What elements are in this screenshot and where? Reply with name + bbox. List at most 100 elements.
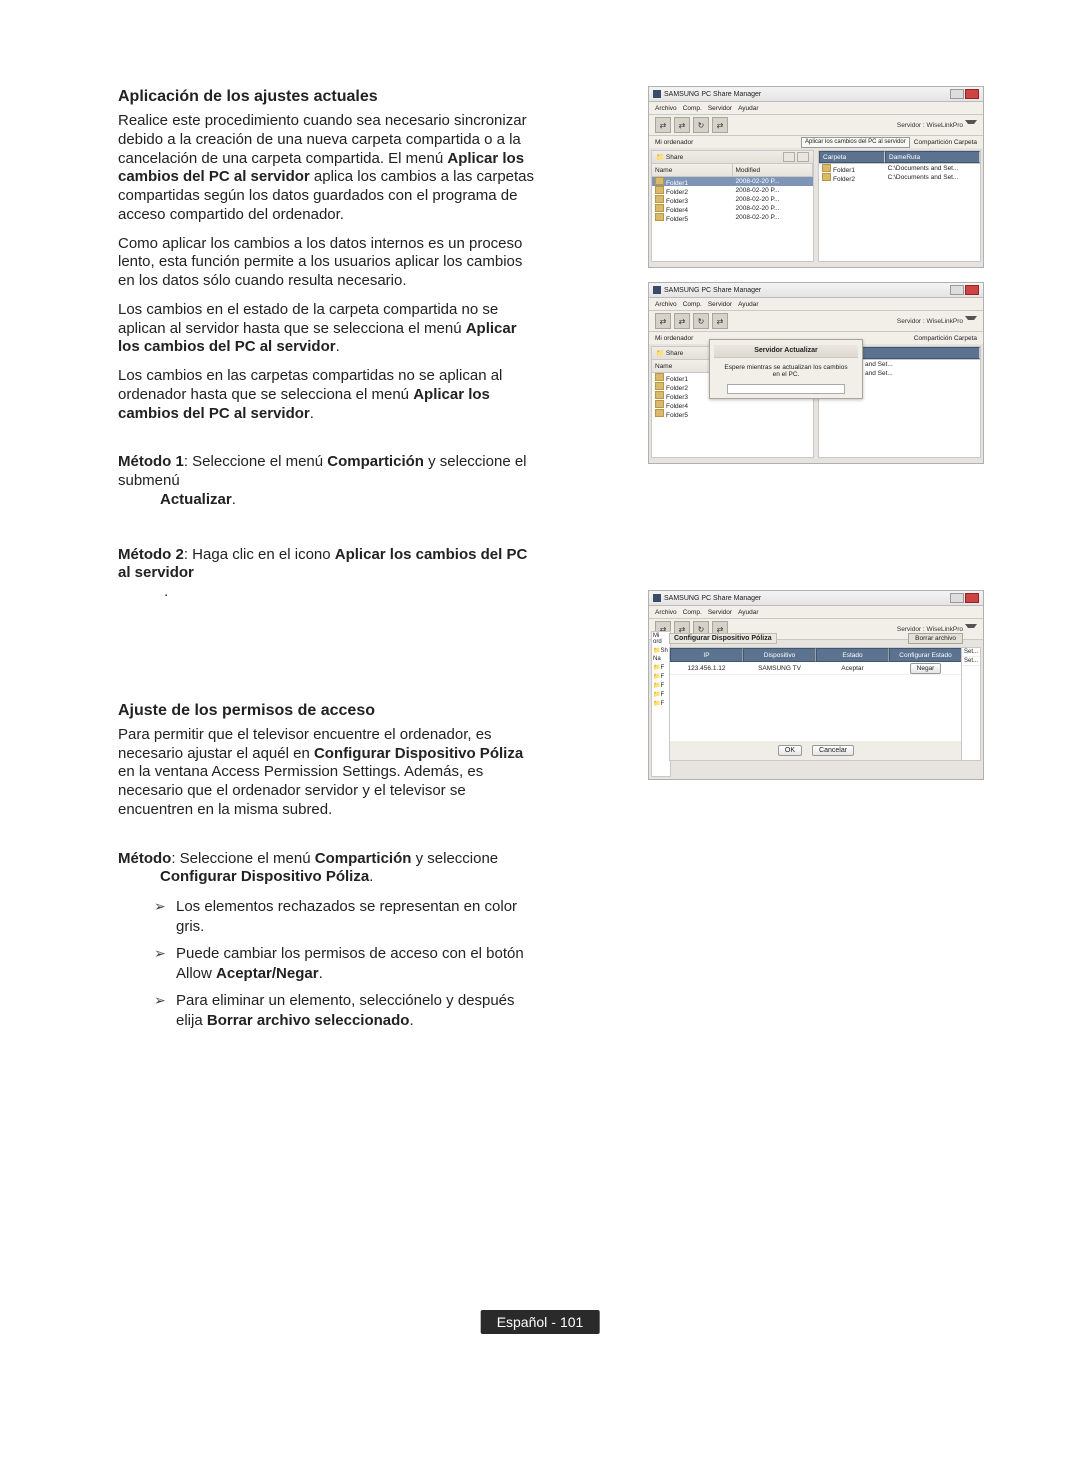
method-2-t2: . [164, 583, 168, 600]
chevron-down-icon [965, 120, 977, 130]
unshare-icon[interactable]: ⇄ [674, 117, 690, 133]
shared-name: Folder2 [833, 176, 855, 183]
menu-comp[interactable]: Comp. [683, 301, 702, 308]
menu-comp[interactable]: Comp. [683, 609, 702, 616]
col-name[interactable]: Name [652, 164, 733, 176]
folder-date: 2008-02-20 P... [733, 178, 814, 185]
folder-name: Folder5 [666, 412, 688, 419]
access-m-t3: . [369, 868, 373, 885]
hint-left: Mi ordenador [655, 139, 693, 146]
close-button[interactable] [965, 593, 979, 603]
folder-icon [655, 382, 664, 390]
access-li2-c: . [319, 965, 323, 982]
folder-icon [655, 213, 664, 221]
share-label: Share [666, 154, 683, 161]
negar-button[interactable]: Negar [910, 663, 942, 674]
server-label[interactable]: Servidor : WiseLinkPro [897, 316, 977, 326]
titlebar[interactable]: SAMSUNG PC Share Manager [649, 283, 983, 298]
folder-date: 2008-02-20 P... [733, 205, 814, 212]
window-title: SAMSUNG PC Share Manager [664, 287, 761, 294]
policy-dialog: IP Dispositivo Estado Configurar Estado … [669, 647, 963, 761]
menu-archivo[interactable]: Archivo [655, 105, 677, 112]
access-m-label: Método [118, 850, 171, 867]
access-m-t1: : Seleccione el menú [171, 850, 314, 867]
col-dameruta[interactable]: DameRuta [885, 151, 980, 163]
server-label-text: Servidor : WiseLinkPro [897, 318, 963, 325]
background-right-pane: Set... Set... [961, 647, 981, 761]
menu-archivo[interactable]: Archivo [655, 301, 677, 308]
col-modified[interactable]: Modified [733, 164, 814, 176]
menu-ayudar[interactable]: Ayudar [738, 105, 758, 112]
app-icon [653, 90, 661, 98]
tooltip-apply: Aplicar los cambios del PC al servidor [801, 137, 910, 148]
folder-icon [822, 173, 831, 181]
folder-date: 2008-02-20 P... [733, 214, 814, 221]
set-label: Set... [962, 657, 980, 666]
menu-archivo[interactable]: Archivo [655, 609, 677, 616]
folder-icon [655, 409, 664, 417]
titlebar[interactable]: SAMSUNG PC Share Manager [649, 591, 983, 606]
apply-settings-title: Aplicación de los ajustes actuales [118, 88, 538, 106]
refresh-icon[interactable]: ↻ [693, 117, 709, 133]
share-icon[interactable]: ⇄ [655, 313, 671, 329]
ok-button[interactable]: OK [778, 745, 802, 756]
apply-p4-c: . [310, 405, 314, 422]
apply-changes-icon[interactable]: ⇄ [712, 313, 728, 329]
access-li1: Los elementos rechazados se representan … [154, 897, 538, 936]
minimize-button[interactable] [950, 285, 964, 295]
minimize-button[interactable] [950, 89, 964, 99]
cell-estado: Aceptar [816, 662, 889, 674]
menu-ayudar[interactable]: Ayudar [738, 301, 758, 308]
sh-label: 📁 Sh [652, 646, 670, 655]
method-2-t1: : Haga clic en el icono [184, 546, 335, 563]
col-estado[interactable]: Estado [816, 648, 889, 662]
close-button[interactable] [965, 89, 979, 99]
col-configurar-estado[interactable]: Configurar Estado [889, 648, 962, 662]
method-1-t3: . [232, 491, 236, 508]
dropdown-icon[interactable] [783, 152, 795, 162]
toolbar: ⇄ ⇄ ↻ ⇄ Servidor : WiseLinkPro [649, 311, 983, 332]
folder-icon [655, 400, 664, 408]
menu-servidor[interactable]: Servidor [708, 105, 732, 112]
method-1-b1: Compartición [327, 453, 424, 470]
list-item: 📁F [652, 672, 670, 681]
refresh-icon[interactable]: ↻ [693, 313, 709, 329]
cell-dispositivo: SAMSUNG TV [743, 662, 816, 674]
menu-bar: Archivo Comp. Servidor Ayudar [649, 102, 983, 115]
screenshot-2: SAMSUNG PC Share Manager Archivo Comp. S… [648, 282, 984, 464]
titlebar[interactable]: SAMSUNG PC Share Manager [649, 87, 983, 102]
unshare-icon[interactable]: ⇄ [674, 313, 690, 329]
menu-comp[interactable]: Comp. [683, 105, 702, 112]
menu-servidor[interactable]: Servidor [708, 609, 732, 616]
folder-date: 2008-02-20 P... [733, 196, 814, 203]
apply-p3-c: . [336, 338, 340, 355]
method-1-label: Método 1 [118, 453, 184, 470]
toolbar: ⇄ ⇄ ↻ ⇄ Servidor : WiseLinkPro [649, 115, 983, 136]
comparticion-label: Compartición Carpeta [914, 139, 977, 146]
delete-file-button[interactable]: Borrar archivo [908, 633, 963, 644]
col-carpeta[interactable]: Carpeta [819, 151, 885, 163]
table-row[interactable]: Folder2C:\Documents and Set... [819, 173, 980, 182]
menu-ayudar[interactable]: Ayudar [738, 609, 758, 616]
apply-p4: Los cambios en las carpetas compartidas … [118, 367, 538, 423]
method-1-b2: Actualizar [160, 491, 232, 508]
col-ip[interactable]: IP [670, 648, 743, 662]
col-dispositivo[interactable]: Dispositivo [743, 648, 816, 662]
close-button[interactable] [965, 285, 979, 295]
table-row[interactable]: Folder52008-02-20 P... [652, 213, 813, 222]
screenshot-3: SAMSUNG PC Share Manager Archivo Comp. S… [648, 590, 984, 780]
minimize-button[interactable] [950, 593, 964, 603]
table-row[interactable]: Folder5 [652, 409, 813, 418]
apply-changes-icon[interactable]: ⇄ [712, 117, 728, 133]
server-label[interactable]: Servidor : WiseLinkPro [897, 120, 977, 130]
menu-servidor[interactable]: Servidor [708, 301, 732, 308]
apply-p3-a: Los cambios en el estado de la carpeta c… [118, 301, 498, 337]
up-icon[interactable] [797, 152, 809, 162]
cancel-button[interactable]: Cancelar [812, 745, 854, 756]
window-title: SAMSUNG PC Share Manager [664, 595, 761, 602]
table-row[interactable]: 123.456.1.12 SAMSUNG TV Aceptar Negar [670, 662, 962, 675]
apply-p1: Realice este procedimiento cuando sea ne… [118, 112, 538, 225]
share-icon[interactable]: ⇄ [655, 117, 671, 133]
dialog-title: Servidor Actualizar [714, 345, 858, 358]
folder-icon [655, 177, 664, 185]
